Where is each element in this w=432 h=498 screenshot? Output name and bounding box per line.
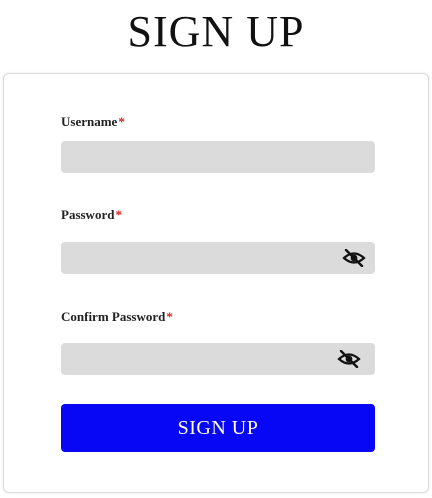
signup-form-card: Username* Password* Confirm Password* SI…: [3, 73, 429, 493]
password-label: Password*: [61, 207, 122, 223]
password-label-text: Password: [61, 207, 115, 222]
required-marker: *: [115, 207, 122, 222]
page-title: SIGN UP: [127, 7, 305, 56]
required-marker: *: [166, 309, 173, 324]
username-label-text: Username: [61, 114, 118, 129]
password-input[interactable]: [61, 242, 375, 274]
confirm-password-visibility-toggle[interactable]: [335, 347, 363, 371]
eye-off-icon: [337, 350, 361, 368]
eye-off-icon: [342, 249, 366, 267]
sign-up-button[interactable]: SIGN UP: [61, 404, 375, 452]
required-marker: *: [118, 114, 125, 129]
confirm-password-label: Confirm Password*: [61, 309, 173, 325]
confirm-password-label-text: Confirm Password: [61, 309, 166, 324]
password-visibility-toggle[interactable]: [340, 246, 368, 270]
confirm-password-input[interactable]: [61, 343, 375, 375]
username-input[interactable]: [61, 141, 375, 173]
username-label: Username*: [61, 114, 125, 130]
